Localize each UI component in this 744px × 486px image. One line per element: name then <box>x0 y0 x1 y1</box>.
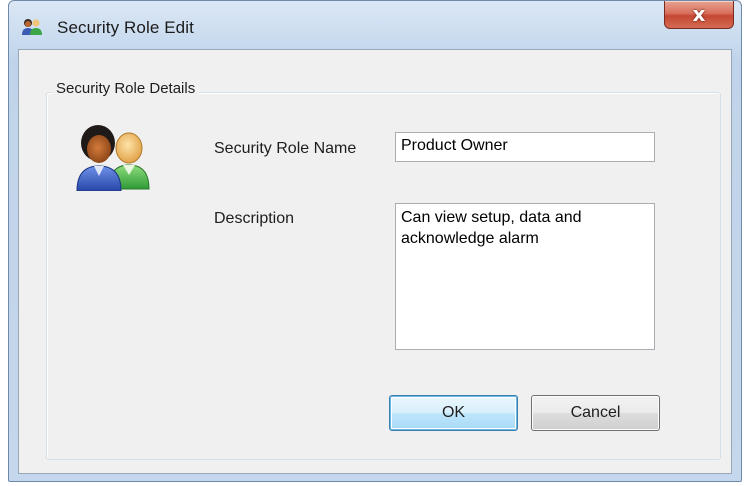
title-bar[interactable]: Security Role Edit x <box>9 1 741 49</box>
ok-button[interactable]: OK <box>389 395 518 431</box>
close-button[interactable]: x <box>664 1 734 29</box>
dialog-client-area: Security Role Details Security Role Name… <box>18 49 732 474</box>
cancel-button[interactable]: Cancel <box>531 395 660 431</box>
security-role-users-icon <box>76 125 150 191</box>
description-textarea[interactable]: Can view setup, data and acknowledge ala… <box>395 203 655 350</box>
description-label: Description <box>214 210 295 227</box>
dialog-window: Security Role Edit x Security Role Detai… <box>8 0 742 482</box>
security-role-name-label: Security Role Name <box>214 140 357 157</box>
window-title: Security Role Edit <box>57 18 194 37</box>
close-icon: x <box>692 2 706 26</box>
security-role-name-input[interactable]: Product Owner <box>395 132 655 162</box>
group-legend: Security Role Details <box>52 80 200 97</box>
users-icon <box>22 19 42 35</box>
